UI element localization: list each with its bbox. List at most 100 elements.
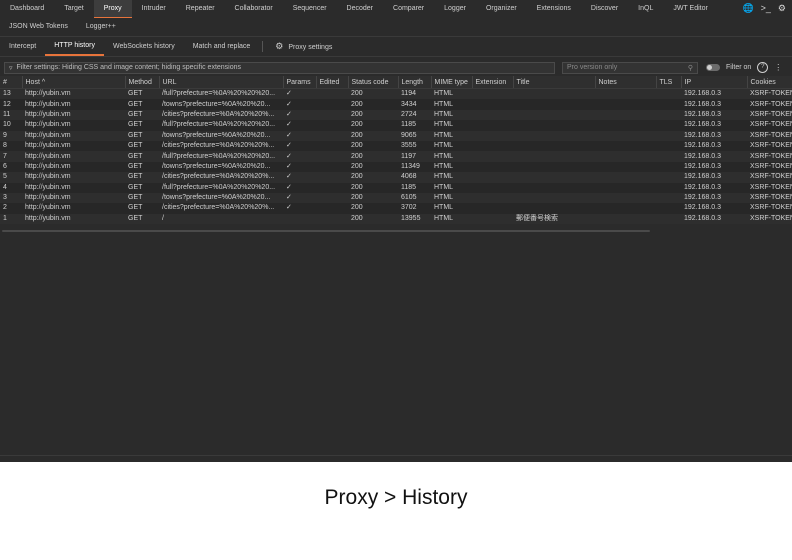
top-nav-organizer[interactable]: Organizer: [476, 0, 527, 18]
top-nav-intruder[interactable]: Intruder: [132, 0, 176, 18]
top-nav-sequencer[interactable]: Sequencer: [283, 0, 337, 18]
filter-toggle[interactable]: [706, 64, 720, 71]
top-nav-extensions[interactable]: Extensions: [527, 0, 581, 18]
top-nav-proxy[interactable]: Proxy: [93, 0, 132, 18]
tab-websockets-history[interactable]: WebSockets history: [104, 38, 184, 56]
column-header[interactable]: Edited: [316, 76, 349, 89]
table-cell: [316, 120, 348, 130]
top-nav-inql[interactable]: InQL: [628, 0, 663, 18]
table-cell: [513, 172, 595, 182]
table-row[interactable]: 1 http://yubin.vm GET / 200 13955 HTML 郵便番号検索 19…: [0, 213, 792, 225]
help-icon[interactable]: ?: [757, 62, 769, 73]
table-cell: /full?prefecture=%0A%20%20%20...: [162, 183, 276, 191]
table-row[interactable]: 8 http://yubin.vm GET/cities?prefecture=%0…: [0, 140, 792, 152]
table-cell: http://yubin.vm: [25, 90, 71, 98]
table-cell: HTML: [434, 142, 454, 150]
table-row[interactable]: 3 http://yubin.vm GET/towns?prefecture=%0A…: [0, 192, 792, 204]
column-header[interactable]: #: [0, 76, 23, 89]
table-row[interactable]: 10 http://yubin.vm GET/full?prefecture=%0A…: [0, 120, 792, 131]
column-header[interactable]: Host ^: [22, 76, 126, 89]
table-cell: HTML: [434, 183, 454, 191]
more-options-icon[interactable]: ⋮: [774, 63, 782, 72]
table-cell: [513, 89, 595, 100]
column-header[interactable]: TLS: [656, 76, 682, 89]
table-row[interactable]: 5 http://yubin.vm GET/cities?prefecture=%0…: [0, 172, 792, 183]
proxy-settings-button[interactable]: ⚙ Proxy settings: [266, 37, 341, 57]
table-cell: XSRF-TOKEN: [750, 162, 792, 170]
table-cell: 200: [351, 142, 363, 150]
table-cell: 1194: [401, 90, 417, 98]
tab-match-and-replace[interactable]: Match and replace: [184, 38, 260, 56]
tab-logger-plus-plus[interactable]: Logger++: [77, 17, 125, 36]
column-header[interactable]: Notes: [595, 76, 657, 89]
globe-icon[interactable]: 🌐: [742, 3, 753, 14]
table-cell: /towns?prefecture=%0A%20%20...: [162, 131, 271, 139]
tab-http-history[interactable]: HTTP history: [45, 38, 104, 56]
table-cell: 200: [351, 162, 363, 170]
table-cell: http://yubin.vm: [25, 173, 71, 181]
column-header[interactable]: Params: [283, 76, 317, 89]
column-header[interactable]: IP: [681, 76, 748, 89]
column-header[interactable]: URL: [159, 76, 284, 89]
table-row[interactable]: 11 http://yubin.vm GET/cities?prefecture=%…: [0, 109, 792, 121]
terminal-icon[interactable]: >_: [761, 3, 771, 14]
column-header[interactable]: Extension: [472, 76, 514, 89]
table-row[interactable]: 13 http://yubin.vm GET/full?prefecture=%0A…: [0, 88, 792, 100]
table-row[interactable]: 9 http://yubin.vm GET/towns?prefecture=%0A…: [0, 130, 792, 141]
table-cell: XSRF-TOKEN: [750, 142, 792, 150]
table-cell: [316, 99, 348, 109]
table-cell: [656, 131, 681, 141]
table-cell: 1: [3, 214, 7, 222]
table-cell: 192.168.0.3: [684, 142, 721, 150]
table-row[interactable]: 12 http://yubin.vm GET/towns?prefecture=%0…: [0, 99, 792, 110]
column-header[interactable]: Title: [513, 76, 596, 89]
table-cell: http://yubin.vm: [25, 194, 71, 202]
table-cell: HTML: [434, 152, 454, 160]
top-nav-repeater[interactable]: Repeater: [176, 0, 225, 18]
top-nav-decoder[interactable]: Decoder: [337, 0, 383, 18]
table-row[interactable]: 7 http://yubin.vm GET/full?prefecture=%0A%…: [0, 151, 792, 162]
table-cell: http://yubin.vm: [25, 131, 71, 139]
tab-json-web-tokens[interactable]: JSON Web Tokens: [0, 17, 77, 36]
table-cell: ✓: [286, 131, 292, 139]
top-nav-collaborator[interactable]: Collaborator: [225, 0, 283, 18]
table-cell: [656, 89, 681, 100]
table-row[interactable]: 6 http://yubin.vm GET/towns?prefecture=%0A…: [0, 161, 792, 173]
table-cell: [595, 131, 656, 141]
top-nav-comparer[interactable]: Comparer: [383, 0, 434, 18]
table-cell: [656, 110, 681, 120]
table-cell: ✓: [286, 162, 292, 170]
search-icon: ⚲: [687, 64, 693, 72]
table-cell: XSRF-TOKEN: [750, 121, 792, 129]
table-row[interactable]: 4 http://yubin.vm GET/full?prefecture=%0A%…: [0, 182, 792, 193]
top-nav-jwt-editor[interactable]: JWT Editor: [663, 0, 718, 18]
top-nav-discover[interactable]: Discover: [581, 0, 628, 18]
top-nav-logger[interactable]: Logger: [434, 0, 476, 18]
table-cell: 10: [3, 121, 11, 129]
table-cell: /cities?prefecture=%0A%20%20%...: [162, 110, 275, 118]
table-cell: GET: [128, 90, 143, 98]
caption: Proxy > History: [324, 486, 468, 509]
top-nav-target[interactable]: Target: [54, 0, 93, 18]
horizontal-scrollbar[interactable]: [0, 229, 792, 233]
search-input[interactable]: Pro version only ⚲: [562, 61, 698, 74]
tab-intercept[interactable]: Intercept: [0, 38, 45, 56]
table-cell: [472, 203, 513, 213]
column-header[interactable]: MIME type: [431, 76, 473, 89]
filter-settings-button[interactable]: ▿ Filter settings: Hiding CSS and image …: [4, 61, 555, 74]
column-header[interactable]: Method: [125, 76, 160, 89]
table-cell: XSRF-TOKEN: [750, 131, 792, 139]
top-nav-dashboard[interactable]: Dashboard: [0, 0, 54, 18]
table-cell: [595, 110, 656, 120]
column-header[interactable]: Cookies: [747, 76, 792, 89]
table-cell: GET: [128, 142, 143, 150]
scrollbar-thumb[interactable]: [2, 230, 650, 232]
table-row[interactable]: 2 http://yubin.vm GET/cities?prefecture=%0…: [0, 203, 792, 214]
table-cell: [513, 141, 595, 151]
column-header[interactable]: Length: [398, 76, 432, 89]
http-history-table: # Host ^ Method URL Params Edited Status code L…: [0, 76, 792, 236]
table-cell: [513, 203, 595, 213]
column-header[interactable]: Status code: [348, 76, 399, 89]
table-cell: 200: [351, 90, 363, 98]
gear-icon[interactable]: ⚙: [778, 3, 786, 14]
